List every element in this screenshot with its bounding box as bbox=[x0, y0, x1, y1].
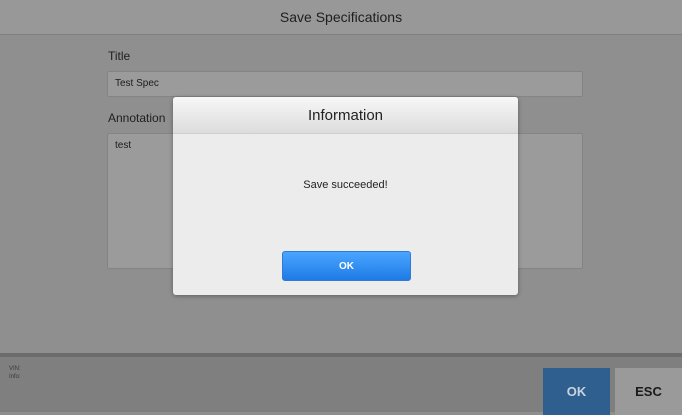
dialog-title: Information bbox=[173, 97, 518, 134]
vin-info: VIN: Info: bbox=[9, 365, 21, 381]
info-label: Info: bbox=[9, 374, 21, 380]
annotation-label: Annotation bbox=[108, 111, 166, 125]
vin-label: VIN: bbox=[9, 366, 21, 372]
footer-bar: VIN: Info: OK ESC bbox=[0, 353, 682, 415]
dialog-ok-button[interactable]: OK bbox=[282, 251, 411, 281]
dialog-message: Save succeeded! bbox=[303, 179, 388, 191]
footer-ok-button[interactable]: OK bbox=[543, 368, 610, 415]
window-title: Save Specifications bbox=[0, 0, 682, 35]
title-input[interactable]: Test Spec bbox=[107, 71, 583, 97]
information-dialog: Information Save succeeded! OK bbox=[173, 97, 518, 295]
esc-button[interactable]: ESC bbox=[615, 368, 682, 415]
title-label: Title bbox=[108, 49, 131, 63]
